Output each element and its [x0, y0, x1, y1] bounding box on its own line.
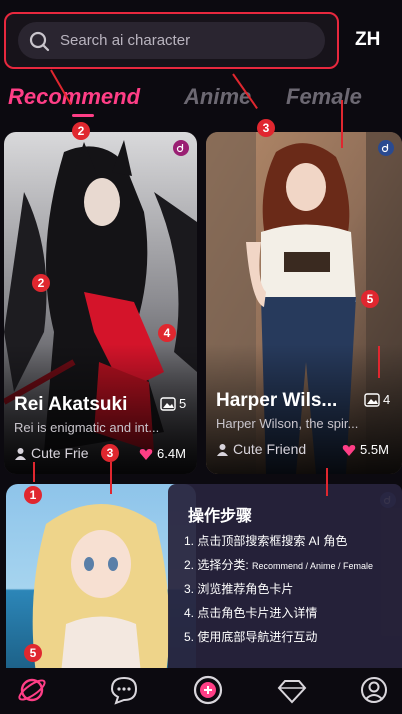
nav-profile[interactable] — [356, 672, 392, 708]
nav-chat[interactable] — [106, 672, 142, 708]
card-tag: Cute Frie — [14, 445, 89, 461]
step-4: 4. 点击角色卡片进入详情 — [184, 606, 318, 620]
active-tab-indicator — [72, 114, 94, 117]
person-icon — [15, 447, 26, 460]
step-marker: 2 — [32, 274, 50, 292]
step-2: 2. 选择分类: Recommend / Anime / Female — [184, 558, 374, 572]
card-description: Harper Wilson, the spir... — [216, 416, 359, 431]
card-name: Harper Wils... — [216, 390, 338, 411]
tab-recommend[interactable]: Recommend — [8, 84, 140, 110]
image-icon — [364, 392, 380, 407]
heart-icon — [342, 444, 356, 456]
profile-icon — [361, 677, 387, 703]
steps-panel: 操作步骤 1. 点击顶部搜索框搜索 AI 角色 2. 选择分类: Recomme… — [168, 484, 402, 682]
step-3: 3. 浏览推荐角色卡片 — [184, 582, 294, 596]
annotation-arrow — [378, 346, 380, 378]
annotation-arrow — [33, 462, 35, 482]
image-count: 4 — [364, 392, 390, 407]
step-marker: 1 — [24, 486, 42, 504]
tab-female[interactable]: Female — [286, 84, 362, 110]
tiktok-badge-icon — [173, 140, 189, 156]
annotation-arrow — [110, 462, 112, 494]
step-1: 1. 点击顶部搜索框搜索 AI 角色 — [184, 534, 348, 548]
search-placeholder: Search ai character — [60, 32, 191, 49]
search-input[interactable]: Search ai character — [18, 22, 325, 59]
step-5: 5. 使用底部导航进行互动 — [184, 630, 318, 644]
step-marker: 3 — [101, 444, 119, 462]
step-marker: 5 — [24, 644, 42, 662]
character-card-rei[interactable]: Rei Akatsuki 5 Rei is enigmatic and int.… — [4, 132, 197, 474]
image-count: 5 — [160, 396, 186, 411]
add-circle-icon — [193, 675, 223, 705]
steps-title: 操作步骤 — [188, 508, 253, 525]
nav-vip[interactable] — [274, 672, 310, 708]
diamond-icon — [277, 680, 307, 704]
planet-icon — [18, 678, 46, 702]
bottom-nav — [0, 668, 402, 714]
language-toggle[interactable]: ZH — [355, 29, 380, 51]
heart-icon — [139, 448, 153, 460]
step-marker: 4 — [158, 324, 176, 342]
step-marker: 3 — [257, 119, 275, 137]
card-tag: Cute Friend — [216, 441, 306, 457]
search-icon — [29, 31, 50, 51]
annotation-arrow — [326, 468, 328, 496]
chat-bubble-icon — [110, 676, 138, 705]
card-description: Rei is enigmatic and int... — [14, 420, 160, 435]
image-icon — [160, 396, 176, 411]
step-marker: 5 — [361, 290, 379, 308]
card-likes: 6.4M — [139, 446, 186, 461]
search-box[interactable]: Search ai character — [4, 12, 339, 69]
step-marker: 2 — [72, 122, 90, 140]
card-likes: 5.5M — [342, 442, 389, 457]
nav-create[interactable] — [190, 672, 226, 708]
tiktok-badge-icon — [378, 140, 394, 156]
card-name: Rei Akatsuki — [14, 394, 128, 415]
person-icon — [217, 443, 228, 456]
nav-discover[interactable] — [14, 672, 50, 708]
annotation-arrow — [341, 100, 343, 148]
